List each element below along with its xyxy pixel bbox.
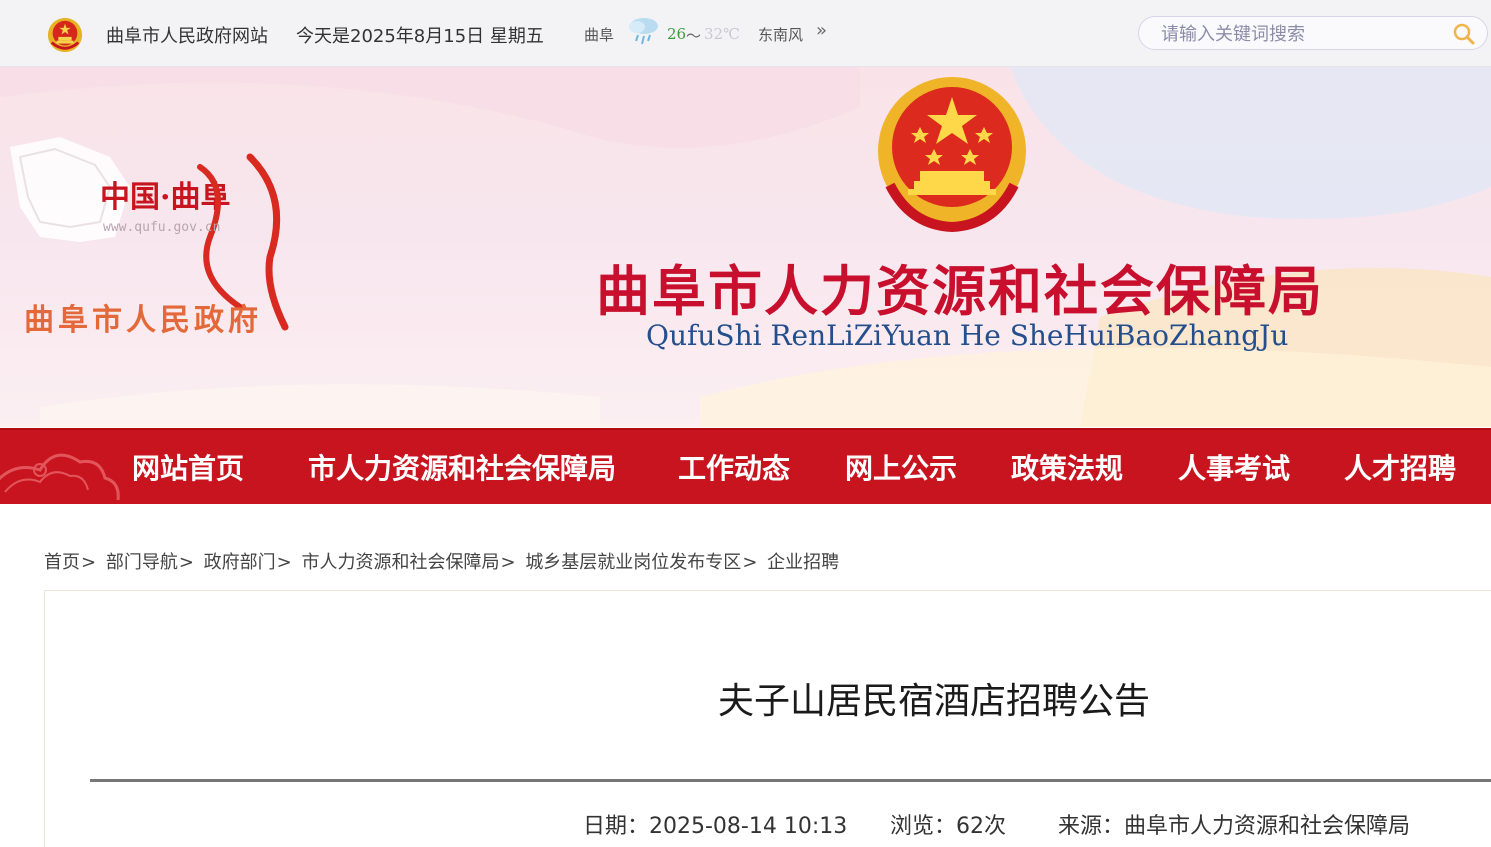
temperature-low: 26: [667, 25, 687, 43]
national-emblem-large-icon: [878, 77, 1026, 233]
auspicious-cloud-icon: [0, 453, 120, 501]
breadcrumb: 首页> 部门导航> 政府部门> 市人力资源和社会保障局> 城乡基层就业岗位发布专…: [44, 548, 839, 574]
weather-city: 曲阜: [584, 26, 615, 44]
county-government-label: 曲阜市人民政府: [24, 303, 262, 338]
title-divider: [90, 779, 1491, 782]
weather-more-link[interactable]: »: [816, 20, 827, 41]
header-banner: 中国·曲阜 www.qufu.gov.cn 曲阜市人民政府 曲阜市人力资源和社会…: [0, 67, 1491, 427]
breadcrumb-separator: >: [742, 552, 758, 573]
nav-public-notice[interactable]: 网上公示: [845, 447, 957, 487]
nav-home[interactable]: 网站首页: [132, 447, 244, 487]
rain-cloud-icon: [629, 18, 658, 45]
site-name: 曲阜市人民政府网站: [106, 26, 268, 47]
breadcrumb-home[interactable]: 首页: [44, 552, 80, 573]
svg-text:www.qufu.gov.cn: www.qufu.gov.cn: [103, 220, 220, 235]
article-title: 夫子山居民宿酒店招聘公告: [718, 681, 1151, 722]
nav-personnel-exam[interactable]: 人事考试: [1178, 447, 1290, 487]
nav-bureau[interactable]: 市人力资源和社会保障局: [308, 447, 616, 487]
temperature-high: 32℃: [704, 25, 740, 43]
nav-talent-recruitment[interactable]: 人才招聘: [1344, 447, 1456, 487]
breadcrumb-gov-depts[interactable]: 政府部门: [204, 552, 276, 573]
article-views: 浏览：62次: [890, 814, 1006, 839]
breadcrumb-separator: >: [500, 552, 516, 573]
temperature-separator: ～: [686, 27, 702, 45]
breadcrumb-enterprise-recruit[interactable]: 企业招聘: [767, 552, 839, 573]
search-input[interactable]: [1159, 21, 1443, 47]
breadcrumb-separator: >: [276, 552, 292, 573]
breadcrumb-separator: >: [81, 552, 97, 573]
main-navigation: 网站首页 市人力资源和社会保障局 工作动态 网上公示 政策法规 人事考试 人才招…: [0, 428, 1491, 504]
svg-text:中国·曲阜: 中国·曲阜: [100, 180, 230, 215]
breadcrumb-dept-nav[interactable]: 部门导航: [106, 552, 178, 573]
search-icon[interactable]: [1452, 23, 1476, 45]
bureau-pinyin: QufuShi RenLiZiYuan He SheHuiBaoZhangJu: [646, 319, 1289, 352]
breadcrumb-separator: >: [178, 552, 194, 573]
search-box: [1138, 16, 1488, 50]
bureau-title: 曲阜市人力资源和社会保障局: [596, 260, 1324, 323]
top-bar: 曲阜市人民政府网站 今天是2025年8月15日 星期五 曲阜 26 ～ 32℃ …: [0, 0, 1491, 67]
breadcrumb-bureau[interactable]: 市人力资源和社会保障局: [301, 552, 499, 573]
breadcrumb-jobs-zone[interactable]: 城乡基层就业岗位发布专区: [525, 552, 741, 573]
article-date: 日期：2025-08-14 10:13: [583, 814, 848, 839]
article-source: 来源：曲阜市人力资源和社会保障局: [1058, 814, 1411, 839]
nav-policies[interactable]: 政策法规: [1011, 447, 1123, 487]
national-emblem-icon: [47, 17, 83, 53]
current-date: 今天是2025年8月15日 星期五: [296, 26, 544, 47]
nav-work-news[interactable]: 工作动态: [678, 447, 790, 487]
wind-direction: 东南风: [758, 26, 804, 44]
